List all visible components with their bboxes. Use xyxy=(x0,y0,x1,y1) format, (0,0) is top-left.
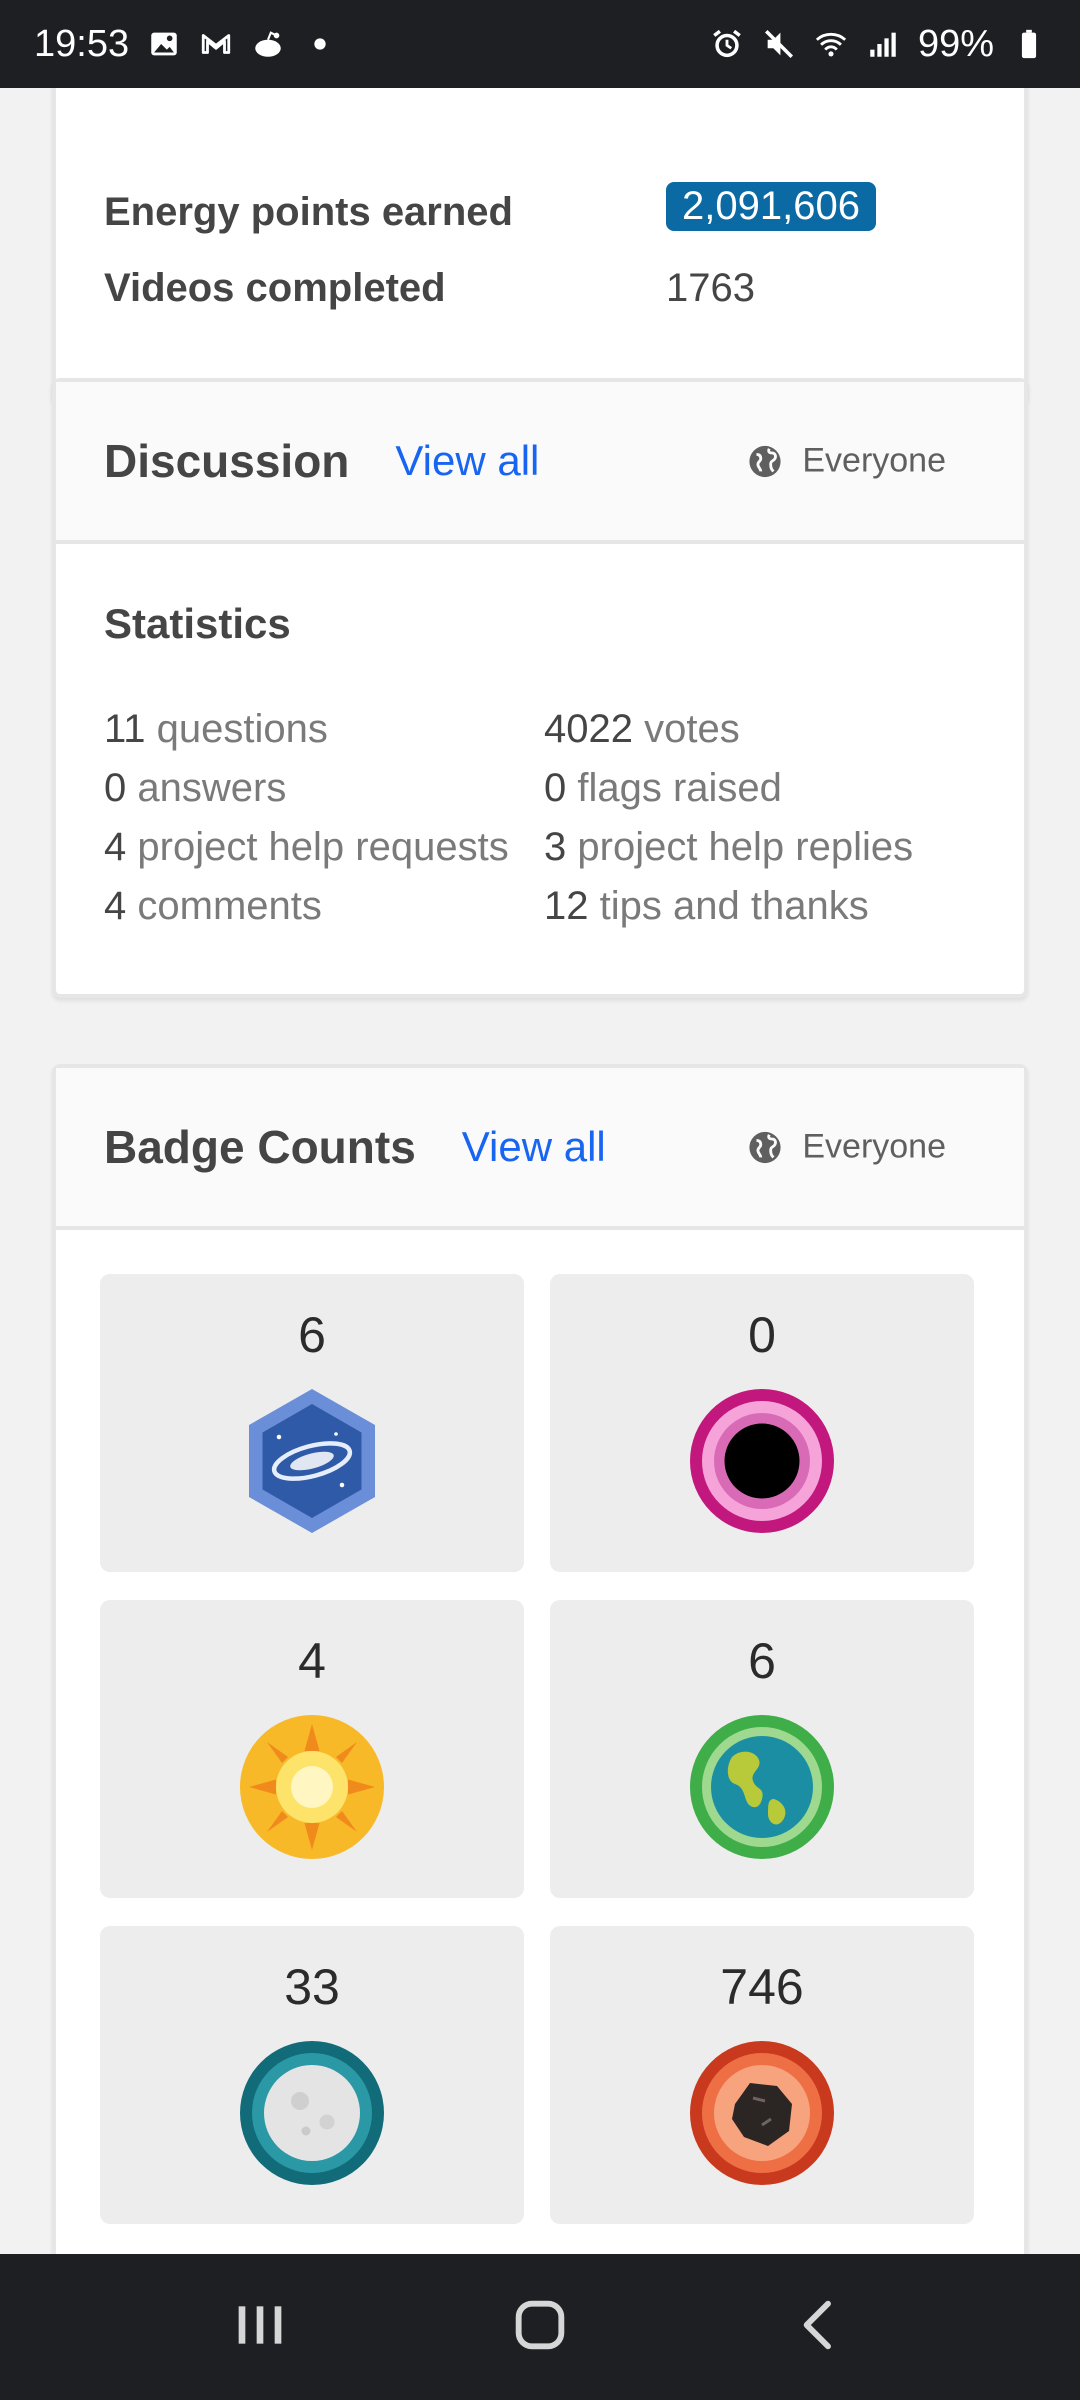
stat-votes: 4022 votes xyxy=(544,707,740,751)
badge-count: 746 xyxy=(720,1959,804,2015)
system-nav-bar xyxy=(0,2254,1080,2400)
galaxy-badge-icon xyxy=(237,1386,387,1536)
badge-tile-sun[interactable]: 4 xyxy=(100,1600,524,1898)
badge-count: 4 xyxy=(298,1633,326,1689)
badge-grid: 6 0 4 6 33 746 xyxy=(100,1274,974,2224)
discussion-card: Discussion View all Everyone Statistics … xyxy=(52,378,1028,998)
discussion-view-all-link[interactable]: View all xyxy=(395,437,539,485)
energy-points-value: 2,091,606 xyxy=(666,182,876,231)
badge-count: 6 xyxy=(748,1633,776,1689)
badge-counts-visibility-label: Everyone xyxy=(802,1127,946,1166)
badge-tile-earth[interactable]: 6 xyxy=(550,1600,974,1898)
badge-counts-card: Badge Counts View all Everyone 6 0 4 6 3… xyxy=(52,1064,1028,2254)
discussion-title: Discussion xyxy=(104,435,350,487)
discussion-header: Discussion View all Everyone xyxy=(56,382,1024,544)
dot-icon xyxy=(303,27,337,61)
back-icon xyxy=(788,2293,852,2362)
back-button[interactable] xyxy=(780,2287,860,2367)
profile-page[interactable]: Energy points earned 2,091,606 Videos co… xyxy=(0,88,1080,2254)
badge-count: 0 xyxy=(748,1307,776,1363)
stat-answers: 0 answers xyxy=(104,766,287,810)
battery-percent: 99% xyxy=(917,22,994,65)
gmail-icon xyxy=(199,27,233,61)
badge-tile-black-hole[interactable]: 0 xyxy=(550,1274,974,1572)
stat-project-help-requests: 4 project help requests xyxy=(104,825,509,869)
discussion-visibility[interactable]: Everyone xyxy=(748,442,946,481)
badge-count: 33 xyxy=(284,1959,340,2015)
badge-counts-header: Badge Counts View all Everyone xyxy=(56,1068,1024,1230)
wifi-icon xyxy=(814,27,848,61)
home-icon xyxy=(508,2293,572,2362)
black-hole-badge-icon xyxy=(687,1386,837,1536)
statistics-grid: 11 questions 4022 votes 0 answers 0 flag… xyxy=(104,700,984,936)
globe-icon xyxy=(748,1130,782,1164)
badge-count: 6 xyxy=(298,1307,326,1363)
stat-flags-raised: 0 flags raised xyxy=(544,766,782,810)
moon-badge-icon xyxy=(237,2038,387,2188)
alarm-icon xyxy=(710,27,744,61)
recent-apps-icon xyxy=(228,2293,292,2362)
stat-tips-and-thanks: 12 tips and thanks xyxy=(544,884,869,928)
battery-icon xyxy=(1012,27,1046,61)
energy-points-label: Energy points earned xyxy=(104,190,513,234)
status-time: 19:53 xyxy=(34,22,130,65)
status-right: 99% xyxy=(710,23,1046,66)
badge-tile-moon[interactable]: 33 xyxy=(100,1926,524,2224)
status-left: 19:53 xyxy=(34,23,337,66)
status-bar: 19:53 99% xyxy=(0,0,1080,88)
meteorite-badge-icon xyxy=(687,2038,837,2188)
gallery-icon xyxy=(147,27,181,61)
badge-counts-view-all-link[interactable]: View all xyxy=(462,1123,606,1171)
videos-completed-value: 1763 xyxy=(666,266,755,310)
badge-tile-meteorite[interactable]: 746 xyxy=(550,1926,974,2224)
badge-counts-title: Badge Counts xyxy=(104,1121,416,1173)
sun-badge-icon xyxy=(237,1712,387,1862)
reddit-icon xyxy=(251,27,285,61)
globe-icon xyxy=(748,444,782,478)
badge-counts-visibility[interactable]: Everyone xyxy=(748,1128,946,1167)
signal-icon xyxy=(866,27,900,61)
stat-questions: 11 questions xyxy=(104,707,328,751)
discussion-visibility-label: Everyone xyxy=(802,441,946,480)
stat-comments: 4 comments xyxy=(104,884,322,928)
statistics-title: Statistics xyxy=(104,600,291,647)
profile-stats-card: Energy points earned 2,091,606 Videos co… xyxy=(52,88,1028,404)
mute-icon xyxy=(762,27,796,61)
home-button[interactable] xyxy=(500,2287,580,2367)
recent-apps-button[interactable] xyxy=(220,2287,300,2367)
stat-project-help-replies: 3 project help replies xyxy=(544,825,914,869)
badge-tile-galaxy[interactable]: 6 xyxy=(100,1274,524,1572)
earth-badge-icon xyxy=(687,1712,837,1862)
videos-completed-label: Videos completed xyxy=(104,266,446,310)
